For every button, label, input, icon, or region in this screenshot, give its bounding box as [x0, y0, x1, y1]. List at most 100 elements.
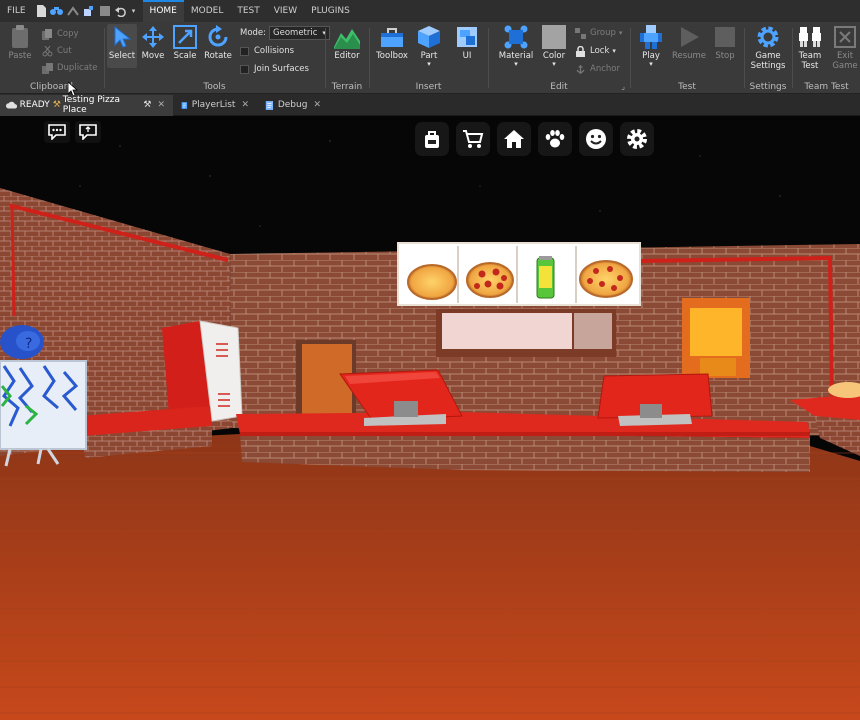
collisions-toggle[interactable]: Collisions [240, 43, 294, 59]
material-icon [503, 24, 529, 50]
select-button[interactable]: Select [107, 24, 137, 68]
stop-button[interactable]: Stop [711, 24, 739, 61]
anchor-button[interactable]: Anchor [575, 61, 620, 77]
new-file-icon[interactable] [33, 0, 49, 22]
tab-testing-pizza-place[interactable]: READY ⚒ Testing Pizza Place ⚒ ✕ [0, 94, 173, 116]
tab-debug[interactable]: Debug ✕ [257, 95, 329, 116]
rotate-button[interactable]: Rotate [203, 24, 233, 61]
game-settings-button[interactable]: Game Settings [748, 24, 788, 71]
file-menu[interactable]: FILE [0, 0, 33, 22]
resume-button[interactable]: Resume [671, 24, 707, 61]
terrain-group-label: Terrain [331, 82, 363, 92]
stop-label: Stop [715, 51, 735, 61]
bubble-chat-button[interactable] [75, 121, 101, 143]
anchor-label: Anchor [590, 64, 620, 74]
tools-group-label: Tools [203, 82, 226, 92]
mode-row: Mode: Geometric ▾ [240, 25, 330, 41]
cut-button[interactable]: Cut [42, 43, 72, 59]
part-cube-icon [416, 24, 442, 50]
join-surfaces-checkbox[interactable] [240, 64, 249, 74]
toolbox-label: Toolbox [376, 51, 408, 61]
ui-button[interactable]: UI [452, 24, 482, 61]
terrain-editor-button[interactable]: Editor [332, 24, 362, 61]
join-surfaces-toggle[interactable]: Join Surfaces [240, 61, 309, 77]
tools-group: Select Move Scale Rotate Mode: Geometric… [105, 22, 330, 94]
lock-button[interactable]: Lock ▾ [575, 43, 616, 59]
move-button[interactable]: Move [138, 24, 168, 61]
playerlist-tab-label: PlayerList [191, 100, 236, 110]
insert-group-label: Insert [415, 82, 442, 92]
close-tab-icon[interactable]: ✕ [241, 100, 249, 110]
backpack-icon [425, 131, 439, 148]
play-button[interactable]: Play ▾ [635, 24, 667, 68]
gear-icon [627, 129, 647, 149]
publish-icon[interactable] [65, 0, 81, 22]
team-test-label-2: Test [801, 61, 819, 71]
menu-tab-plugins[interactable]: PLUGINS [304, 0, 357, 22]
copy-button[interactable]: Copy [42, 26, 79, 42]
material-dropdown-icon: ▾ [514, 60, 518, 68]
color-button[interactable]: Color ▾ [539, 24, 569, 68]
ribbon-toolbar: Paste Copy Cut Duplicate Clipboard Selec… [0, 22, 860, 94]
close-tab-icon[interactable]: ✕ [157, 100, 165, 110]
shop-button[interactable] [456, 122, 490, 156]
pepperoni-pizza-icon [466, 262, 514, 298]
group-button[interactable]: Group ▾ [575, 25, 622, 41]
material-button[interactable]: Material ▾ [493, 24, 539, 68]
part-button[interactable]: Part ▾ [414, 24, 444, 68]
tab-playerlist[interactable]: PlayerList ✕ [173, 95, 257, 116]
select-cursor-icon [109, 24, 135, 50]
menu-tab-test[interactable]: TEST [230, 0, 266, 22]
emotes-button[interactable] [579, 122, 613, 156]
paste-icon [7, 24, 33, 50]
settings-button[interactable] [620, 122, 654, 156]
cheese-pizza-icon [407, 264, 457, 300]
close-tab-icon[interactable]: ✕ [313, 100, 321, 110]
pizza-place-scene: ? [0, 116, 860, 720]
menu-tab-home[interactable]: HOME [142, 0, 184, 22]
mode-value: Geometric [273, 28, 318, 38]
paste-button[interactable]: Paste [6, 24, 34, 61]
toolbox-button[interactable]: Toolbox [374, 24, 410, 61]
copy-icon [42, 28, 52, 40]
group-dropdown-icon: ▾ [618, 29, 623, 37]
stop-square-icon[interactable] [97, 0, 113, 22]
move-arrows-icon [140, 24, 166, 50]
chat-button[interactable] [44, 121, 70, 143]
menu-tab-model[interactable]: MODEL [184, 0, 230, 22]
home-button[interactable] [497, 122, 531, 156]
status-label: READY [19, 100, 50, 110]
team-test-icon [797, 24, 823, 50]
collisions-checkbox[interactable] [240, 46, 249, 56]
color-swatch-icon [541, 24, 567, 50]
edit-group: Material ▾ Color ▾ Group ▾ Lock ▾ Anchor… [489, 22, 629, 94]
menu-bar: FILE ▾ HOME MODEL TEST VIEW PLUGINS [0, 0, 860, 22]
voice-chat-icon [79, 124, 97, 140]
binoculars-icon[interactable] [49, 0, 65, 22]
menu-board [397, 242, 641, 306]
duplicate-button[interactable]: Duplicate [42, 60, 98, 76]
left-wall-red-trim-vertical [10, 205, 16, 317]
toolbox-icon [379, 24, 405, 50]
soda-can-icon [536, 256, 555, 299]
scale-button[interactable]: Scale [170, 24, 200, 61]
group-label: Group [590, 28, 616, 38]
exit-game-button[interactable]: Exit Game [831, 24, 859, 71]
backpack-button[interactable] [415, 122, 449, 156]
script-icon [181, 101, 188, 109]
orange-sign-bottom [700, 358, 736, 376]
mode-select[interactable]: Geometric ▾ [269, 26, 330, 40]
stop-icon [712, 24, 738, 50]
undo-icon[interactable] [113, 0, 129, 22]
plugin-icon[interactable] [81, 0, 97, 22]
color-dropdown-icon: ▾ [552, 60, 556, 68]
play-dropdown-icon: ▾ [649, 60, 653, 68]
part-dropdown-icon: ▾ [427, 60, 431, 68]
game-viewport[interactable]: ? [0, 116, 860, 720]
menu-tab-view[interactable]: VIEW [267, 0, 304, 22]
script-icon [265, 100, 274, 110]
terrain-editor-label: Editor [334, 51, 360, 61]
pets-button[interactable] [538, 122, 572, 156]
team-test-button[interactable]: Team Test [795, 24, 825, 71]
quick-access-dropdown-icon[interactable]: ▾ [129, 0, 139, 22]
